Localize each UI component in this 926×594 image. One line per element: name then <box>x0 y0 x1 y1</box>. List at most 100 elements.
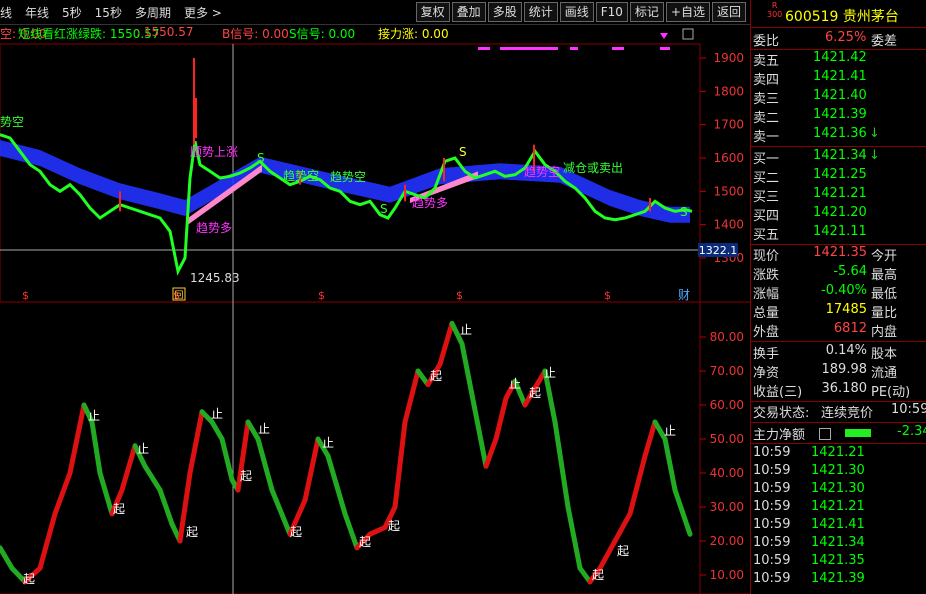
oscillator-segment <box>483 436 499 469</box>
stop-signal-label: 止 <box>88 409 100 423</box>
chart-annotation: S <box>459 145 467 159</box>
lower-ytick-label: 40.00 <box>710 466 744 480</box>
stat-label-2: 内盘 <box>871 325 898 340</box>
chart-annotation: 趋势多 <box>412 196 448 210</box>
stat-label-2: 最低 <box>871 287 898 302</box>
divider <box>751 146 926 147</box>
chart-annotation: 趋势空 <box>524 165 560 179</box>
oscillator-segment <box>245 419 261 442</box>
dividend-marker[interactable]: $ <box>22 289 29 302</box>
chart-annotation: 减仓或卖出 <box>563 161 623 175</box>
oscillator-segment <box>52 470 73 517</box>
oscillator-segment <box>37 511 58 571</box>
start-signal-label: 起 <box>388 519 400 533</box>
signal-strip-segment <box>570 47 578 50</box>
stat-label-2: 最高 <box>871 268 898 283</box>
stat-row-2: 涨幅 -0.40% 最低 <box>751 283 926 302</box>
main-flow-label: 主力净额 <box>753 428 806 443</box>
divider <box>751 443 926 444</box>
stat2-row-2: 收益(三) 36.180 PE(动) <box>751 381 926 400</box>
bid-level-label: 买四 <box>753 209 780 224</box>
tick-price: 1421.30 <box>811 463 865 478</box>
oscillator-segment <box>255 436 275 493</box>
tick-time: 10:59 <box>753 499 791 514</box>
oscillator-segment <box>642 419 658 459</box>
stock-title[interactable]: 600519 贵州茅台 <box>785 6 899 26</box>
stat2-value: 36.180 <box>821 381 868 396</box>
oscillator-segment <box>471 402 489 469</box>
stat-value: 1421.35 <box>813 245 867 260</box>
main-ytick-label: 1400 <box>713 218 744 232</box>
weibi-value: 6.25% <box>825 30 867 45</box>
signal-strip-segment <box>660 47 670 50</box>
ask-price: 1421.41 <box>813 69 867 84</box>
oscillator-segment <box>142 463 163 493</box>
stop-signal-label: 止 <box>258 422 270 436</box>
stat-label: 现价 <box>753 249 780 264</box>
ask-down-arrow-icon: ↓ <box>869 126 880 141</box>
start-signal-label: 起 <box>529 386 541 400</box>
stat-label: 外盘 <box>753 325 780 340</box>
oscillator-segment <box>209 419 225 442</box>
oscillator-segment <box>187 409 205 476</box>
lower-ytick-label: 60.00 <box>710 398 744 412</box>
trade-state-time: 10:59 <box>891 402 926 417</box>
tick-price: 1421.30 <box>811 481 865 496</box>
tick-time: 10:59 <box>753 553 791 568</box>
event-marker-icon: 回 <box>174 290 183 301</box>
ask-row-5: 卖五 1421.42 <box>751 50 926 69</box>
dividend-marker[interactable]: $ <box>318 289 325 302</box>
stat2-row-1: 净资 189.98 流通 <box>751 362 926 381</box>
finance-marker[interactable]: 财 <box>678 288 690 302</box>
stat-label-2: 今开 <box>871 249 898 264</box>
tick-row: 10:59 1421.30 <box>751 481 926 500</box>
r-number: 300 <box>767 10 783 19</box>
stop-signal-label: 止 <box>544 366 556 380</box>
main-flow-value: -2.34 <box>897 424 926 439</box>
ask-price: 1421.39 <box>813 107 867 122</box>
ask-row-2: 卖二 1421.39 <box>751 107 926 126</box>
oscillator-segment <box>89 419 103 476</box>
chart-annotation: S <box>680 205 688 219</box>
r-label: R <box>771 1 778 10</box>
main-flow-row: 主力净额 -2.34 <box>751 424 926 443</box>
dividend-marker[interactable]: $ <box>604 289 611 302</box>
start-signal-label: 起 <box>617 544 629 558</box>
stat-label: 涨跌 <box>753 268 780 283</box>
bid-level-label: 买五 <box>753 228 780 243</box>
dividend-marker[interactable]: $ <box>456 289 463 302</box>
tick-price: 1421.21 <box>811 445 865 460</box>
bid-row-3: 买三 1421.21 <box>751 186 926 205</box>
lower-ytick-label: 50.00 <box>710 432 744 446</box>
start-signal-label: 起 <box>290 525 302 539</box>
ask-row-4: 卖四 1421.41 <box>751 69 926 88</box>
oscillator-segment <box>565 504 583 571</box>
stat-label: 总量 <box>753 306 780 321</box>
stop-signal-label: 止 <box>211 407 223 421</box>
main-ytick-label: 1700 <box>713 118 744 132</box>
stat-label-2: 量比 <box>871 306 898 321</box>
trade-state-value: 连续竞价 <box>821 406 874 421</box>
main-ytick-label: 1500 <box>713 184 744 198</box>
stat2-label: 收益(三) <box>753 385 803 400</box>
weicha-label: 委差 <box>871 34 898 49</box>
stat2-label-2: PE(动) <box>871 385 911 400</box>
stat2-label: 换手 <box>753 347 780 362</box>
oscillator-segment <box>627 453 648 517</box>
ask-level-label: 卖五 <box>753 54 780 69</box>
list-icon[interactable] <box>819 428 831 440</box>
tick-time: 10:59 <box>753 481 791 496</box>
stat2-label: 净资 <box>753 366 780 381</box>
panel-toggle-icon[interactable] <box>682 28 694 40</box>
tick-price: 1421.35 <box>811 553 865 568</box>
oscillator-segment <box>437 320 455 367</box>
tick-price: 1421.34 <box>811 535 865 550</box>
oscillator-segment <box>597 538 618 571</box>
lower-ytick-label: 30.00 <box>710 500 744 514</box>
trade-state-label: 交易状态: <box>753 406 810 421</box>
chart-annotation: S <box>257 151 265 165</box>
bid-down-arrow-icon: ↓ <box>869 148 880 163</box>
stop-signal-label: 止 <box>137 442 149 456</box>
ask-level-label: 卖二 <box>753 111 780 126</box>
kline-chart-area[interactable]: 19001800170016001500140013001322.11245.8… <box>0 0 750 594</box>
